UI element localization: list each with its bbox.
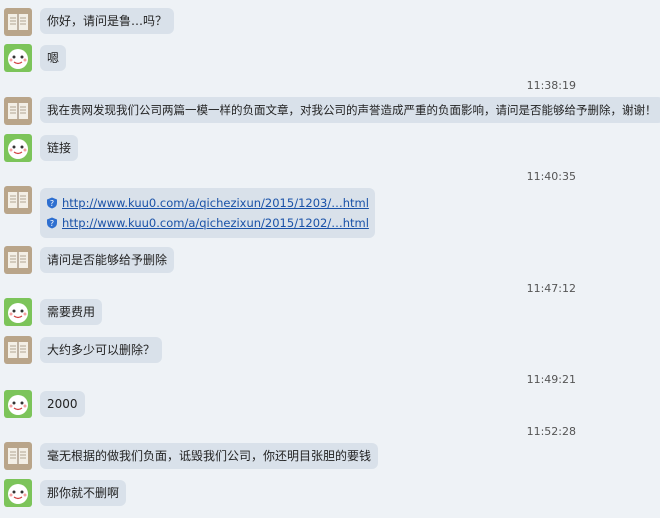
customer-avatar-icon[interactable]	[4, 97, 32, 125]
message-bubble: 2000	[40, 391, 85, 417]
article-link[interactable]: http://www.kuu0.com/a/qichezixun/2015/12…	[62, 193, 369, 213]
message-timestamp: 11:52:28	[526, 425, 576, 438]
message-bubble: 毫无根据的做我们负面，诋毁我们公司，你还明目张胆的要钱	[40, 443, 379, 469]
agent-avatar-icon[interactable]	[4, 298, 32, 326]
question-shield-icon: ?	[47, 197, 57, 209]
message-timestamp: 11:49:21	[526, 373, 576, 386]
agent-avatar-icon[interactable]	[4, 134, 32, 162]
customer-avatar-icon[interactable]	[4, 246, 32, 274]
agent-avatar-icon[interactable]	[4, 390, 32, 418]
link-bubble: ? http://www.kuu0.com/a/qichezixun/2015/…	[40, 188, 375, 238]
message-bubble: 那你就不删啊	[40, 480, 127, 506]
message-bubble: 链接	[40, 135, 79, 161]
link-row: ? http://www.kuu0.com/a/qichezixun/2015/…	[46, 213, 369, 233]
question-shield-icon: ?	[47, 217, 57, 229]
svg-text:?: ?	[50, 219, 54, 228]
agent-avatar-icon[interactable]	[4, 44, 32, 72]
article-link[interactable]: http://www.kuu0.com/a/qichezixun/2015/12…	[62, 213, 369, 233]
agent-avatar-icon[interactable]	[4, 479, 32, 507]
customer-avatar-icon[interactable]	[4, 8, 32, 36]
customer-avatar-icon[interactable]	[4, 336, 32, 364]
message-bubble: 请问是否能够给予删除	[40, 247, 175, 273]
message-bubble: 需要费用	[40, 299, 103, 325]
svg-text:?: ?	[50, 199, 54, 208]
link-row: ? http://www.kuu0.com/a/qichezixun/2015/…	[46, 193, 369, 213]
chat-history: 你好，请问是鲁…吗？ 嗯 11:38:19 我在贵网发现我们公司两篇一模一样的负…	[0, 0, 660, 518]
message-timestamp: 11:47:12	[526, 282, 576, 295]
message-bubble: 我在贵网发现我们公司两篇一模一样的负面文章，对我公司的声誉造成严重的负面影响，请…	[40, 97, 660, 123]
customer-avatar-icon[interactable]	[4, 186, 32, 214]
message-timestamp: 11:38:19	[526, 79, 576, 92]
message-bubble: 大约多少可以删除？	[40, 337, 163, 363]
message-bubble: 你好，请问是鲁…吗？	[40, 8, 175, 34]
message-timestamp: 11:40:35	[526, 170, 576, 183]
message-bubble: 嗯	[40, 45, 67, 71]
customer-avatar-icon[interactable]	[4, 442, 32, 470]
